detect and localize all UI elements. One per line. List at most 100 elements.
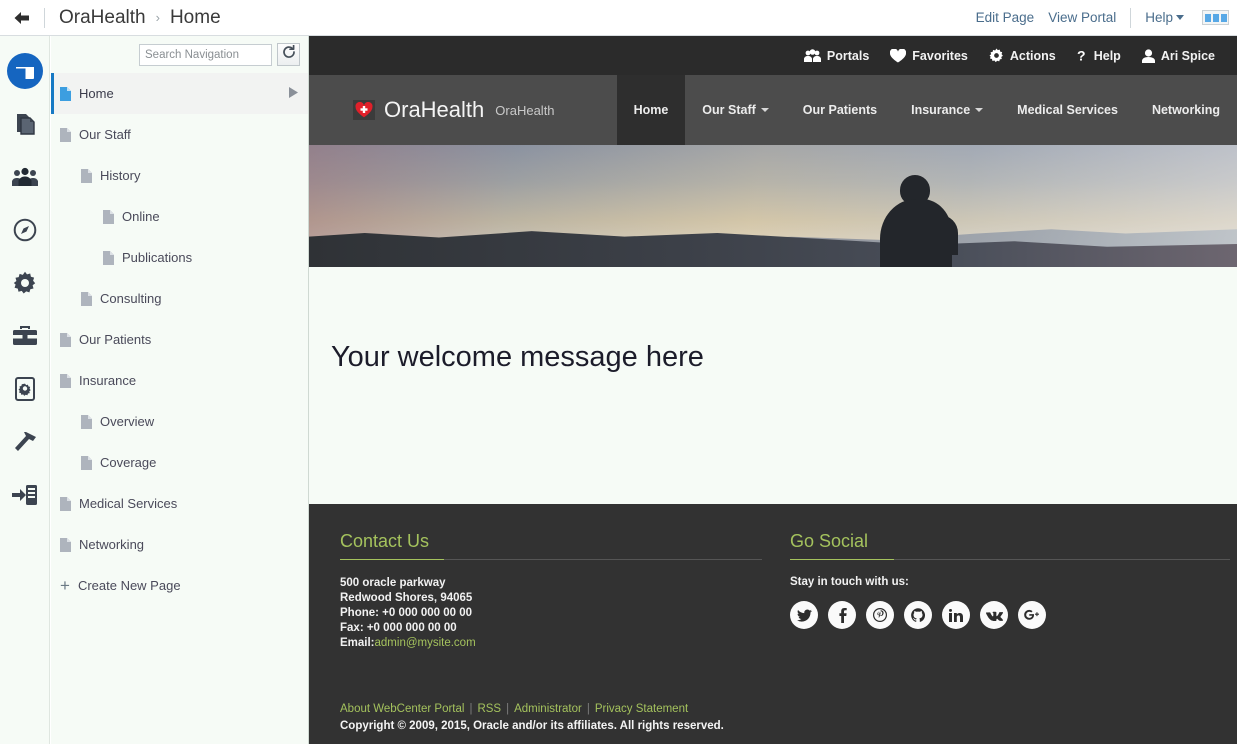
rail-item-toolbox[interactable]	[0, 309, 50, 362]
user-icon	[1141, 48, 1155, 63]
site-menu-item-our-staff[interactable]: Our Staff	[685, 75, 785, 145]
edit-page-link[interactable]: Edit Page	[976, 10, 1035, 25]
site-navigation-menu: Home Our Staff Our Patients Insurance Medica…	[616, 75, 1237, 145]
sidebar-item-label: Networking	[79, 537, 145, 552]
sidebar-item-label: Overview	[100, 414, 155, 429]
contact-address-lines: 500 oracle parkway Redwood Shores, 94065 P…	[340, 576, 762, 636]
sidebar-item-overview[interactable]: Overview	[51, 401, 308, 442]
sidebar-item-online[interactable]: Online	[51, 196, 308, 237]
sidebar-item-history[interactable]: History	[51, 155, 308, 196]
utility-portals[interactable]: Portals	[803, 49, 869, 63]
portals-icon	[803, 49, 821, 62]
social-icon-list	[790, 601, 1230, 629]
portal-preview: Portals Favorites Actions ? Help Ari Spice Or…	[309, 36, 1237, 744]
refresh-navigation-button[interactable]	[277, 43, 300, 66]
rail-item-hammer[interactable]	[0, 415, 50, 468]
pages-icon	[7, 52, 43, 89]
site-brand-subtitle: OraHealth	[495, 102, 555, 118]
portal-utility-bar: Portals Favorites Actions ? Help Ari Spice	[309, 36, 1237, 75]
sidebar-item-home[interactable]: Home	[51, 73, 308, 114]
page-icon	[60, 127, 71, 142]
navigation-tree: Home Our Staff History Online Publications Co…	[51, 73, 308, 565]
sidebar-item-label: Online	[122, 209, 160, 224]
email-label: Email:	[340, 637, 375, 649]
hero-person-arm	[932, 215, 958, 255]
sidebar-item-label: History	[100, 168, 141, 183]
sidebar-item-insurance[interactable]: Insurance	[51, 360, 308, 401]
expand-arrow-icon[interactable]	[289, 85, 298, 103]
toolbox-icon	[12, 325, 38, 347]
sidebar-item-our-staff[interactable]: Our Staff	[51, 114, 308, 155]
back-arrow-icon	[12, 10, 32, 26]
panels-toggle-button[interactable]	[1202, 10, 1229, 25]
sidebar-item-label: Insurance	[79, 373, 137, 388]
gear-icon	[13, 271, 37, 295]
utility-ari-spice[interactable]: Ari Spice	[1141, 48, 1215, 63]
question-icon: ?	[1077, 48, 1088, 63]
footer-link[interactable]: Privacy Statement	[595, 703, 688, 715]
twitter-icon[interactable]	[790, 601, 818, 629]
sidebar-item-coverage[interactable]: Coverage	[51, 442, 308, 483]
heart-icon	[890, 48, 907, 63]
rail-item-import-server[interactable]	[0, 468, 50, 521]
copyright-text: Copyright © 2009, 2015, Oracle and/or it…	[340, 720, 724, 732]
utility-actions[interactable]: Actions	[989, 48, 1056, 63]
sidebar-item-medical-services[interactable]: Medical Services	[51, 483, 308, 524]
contact-line: Redwood Shores, 94065	[340, 592, 473, 604]
sidebar-item-publications[interactable]: Publications	[51, 237, 308, 278]
create-new-page-label: Create New Page	[77, 578, 181, 593]
portal-site-header: OraHealth OraHealth Home Our Staff Our Pat…	[309, 75, 1237, 145]
tool-rail	[0, 36, 50, 744]
utility-label: Ari Spice	[1160, 48, 1215, 63]
footer-link[interactable]: Administrator	[514, 703, 582, 715]
rail-item-compass[interactable]	[0, 203, 50, 256]
footer-link[interactable]: RSS	[477, 703, 501, 715]
rail-item-settings[interactable]	[0, 256, 50, 309]
site-menu-label: Networking	[1151, 103, 1220, 117]
search-navigation-input[interactable]	[139, 43, 272, 66]
vk-icon[interactable]	[980, 601, 1008, 629]
site-menu-item-networking[interactable]: Networking	[1135, 75, 1237, 145]
create-new-page-button[interactable]: + Create New Page	[51, 565, 308, 606]
page-icon	[81, 291, 92, 306]
help-menu[interactable]: Help	[1145, 10, 1184, 25]
site-menu-item-insurance[interactable]: Insurance	[894, 75, 1000, 145]
email-link[interactable]: admin@mysite.com	[375, 637, 476, 649]
footer-link-separator: |	[469, 703, 473, 715]
sidebar-item-label: Medical Services	[79, 496, 178, 511]
sidebar-item-our-patients[interactable]: Our Patients	[51, 319, 308, 360]
rail-item-documents[interactable]	[0, 97, 50, 150]
topbar-actions: Edit Page View Portal Help	[976, 7, 1237, 28]
gear-icon	[989, 48, 1004, 63]
view-portal-link[interactable]: View Portal	[1048, 10, 1116, 25]
github-icon[interactable]	[904, 601, 932, 629]
pinterest-icon[interactable]	[866, 601, 894, 629]
site-menu-label: Insurance	[911, 103, 971, 117]
rail-item-pages[interactable]	[0, 44, 50, 97]
utility-help[interactable]: ? Help	[1077, 48, 1121, 63]
social-title-rule	[790, 559, 1230, 560]
googleplus-icon[interactable]	[1018, 601, 1046, 629]
chevron-down-icon	[1176, 15, 1184, 20]
contact-email-line: Email:admin@mysite.com	[340, 636, 762, 651]
sidebar-item-label: Home	[79, 86, 114, 101]
rail-item-device-settings[interactable]	[0, 362, 50, 415]
facebook-icon[interactable]	[828, 601, 856, 629]
site-menu-item-our-patients[interactable]: Our Patients	[786, 75, 894, 145]
site-footer: Contact Us 500 oracle parkway Redwood Sho…	[309, 504, 1237, 744]
utility-favorites[interactable]: Favorites	[890, 48, 968, 63]
help-label: Help	[1145, 10, 1173, 25]
sidebar-item-consulting[interactable]: Consulting	[51, 278, 308, 319]
footer-link[interactable]: About WebCenter Portal	[340, 703, 464, 715]
linkedin-icon[interactable]	[942, 601, 970, 629]
chevron-down-icon	[760, 108, 769, 112]
breadcrumb-portal[interactable]: OraHealth	[59, 7, 146, 29]
sidebar-item-networking[interactable]: Networking	[51, 524, 308, 565]
back-button[interactable]	[0, 0, 44, 36]
site-menu-item-home[interactable]: Home	[616, 75, 686, 145]
site-brand[interactable]: OraHealth OraHealth	[309, 75, 555, 145]
site-menu-item-medical-services[interactable]: Medical Services	[1000, 75, 1135, 145]
rail-item-people[interactable]	[0, 150, 50, 203]
panel-square-icon	[1212, 13, 1219, 22]
footer-link-separator: |	[586, 703, 590, 715]
